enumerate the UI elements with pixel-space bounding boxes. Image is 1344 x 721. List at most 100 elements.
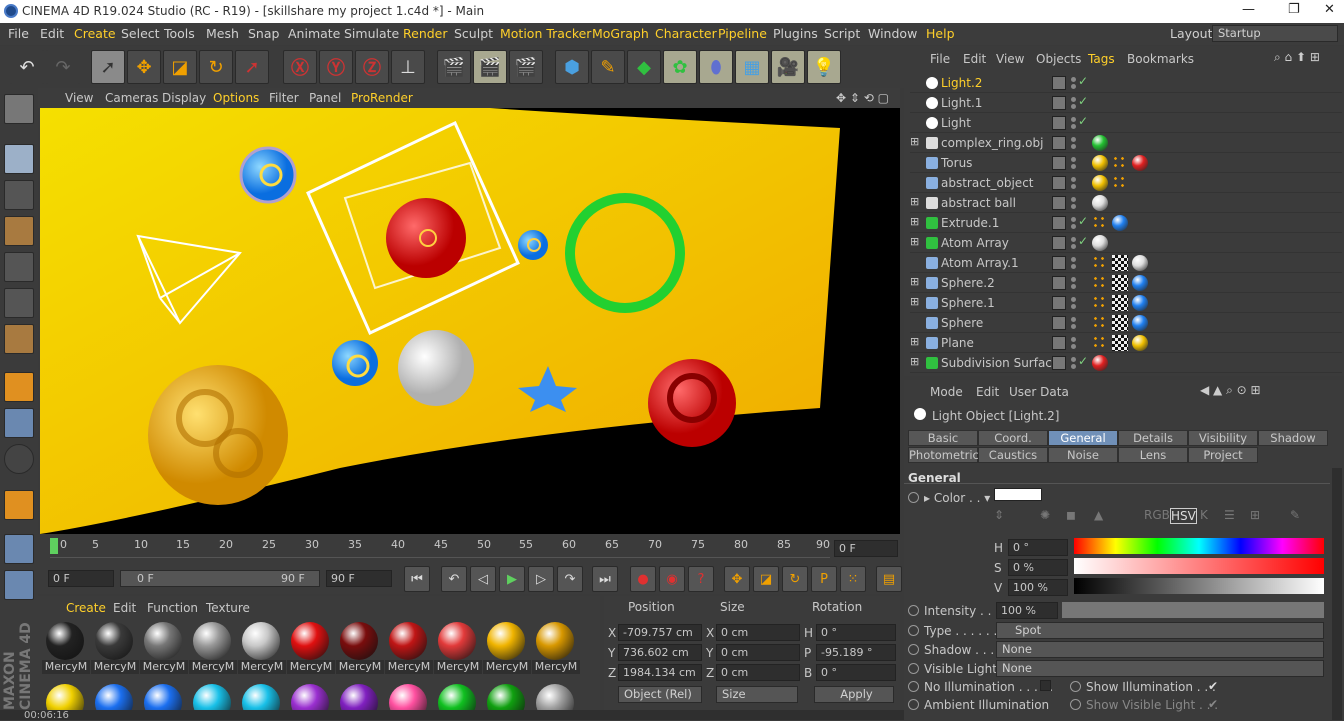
render-visibility-icon[interactable] <box>1071 284 1076 289</box>
render-visibility-icon[interactable] <box>1071 184 1076 189</box>
menu-render[interactable]: Render <box>403 26 448 41</box>
vp-menu-filter[interactable]: Filter <box>269 91 299 105</box>
goto-start-icon[interactable]: ⏮ <box>404 566 430 592</box>
vp-menu-view[interactable]: View <box>65 91 93 105</box>
editor-visibility-icon[interactable] <box>1071 77 1076 82</box>
layer-icon[interactable] <box>1052 156 1066 170</box>
material-swatch[interactable]: MercyM <box>434 620 482 674</box>
prev-frame-icon[interactable]: ◁ <box>470 566 496 592</box>
tag-material-icon[interactable] <box>1132 295 1148 311</box>
no-illumination-checkbox[interactable] <box>1040 680 1051 691</box>
render-visibility-icon[interactable] <box>1071 144 1076 149</box>
editor-visibility-icon[interactable] <box>1071 257 1076 262</box>
expand-icon[interactable]: ⊞ <box>910 295 919 308</box>
layout-dropdown[interactable]: Startup <box>1212 25 1338 42</box>
attr-scrollbar[interactable] <box>1332 468 1342 720</box>
prev-key-icon[interactable]: ↶ <box>441 566 467 592</box>
tab-details[interactable]: Details <box>1118 430 1188 446</box>
obj-search-icon[interactable]: ⌕ ⌂ ⬆ ⊞ <box>1274 50 1320 65</box>
key-scale-icon[interactable]: ◪ <box>753 566 779 592</box>
attr-menu-edit[interactable]: Edit <box>976 385 999 399</box>
pos-z-field[interactable]: 1984.134 cm <box>618 664 702 681</box>
editor-visibility-icon[interactable] <box>1071 217 1076 222</box>
object-row[interactable]: abstract_object <box>910 173 1342 193</box>
enabled-check-icon[interactable]: ✓ <box>1078 74 1088 88</box>
magnet-icon[interactable] <box>4 490 34 520</box>
y-axis-icon[interactable]: Ⓨ <box>319 50 353 84</box>
material-swatch[interactable]: MercyM <box>189 620 237 674</box>
tab-caustics[interactable]: Caustics <box>978 447 1048 463</box>
render-visibility-icon[interactable] <box>1071 344 1076 349</box>
restore-icon[interactable]: ❐ <box>1288 2 1300 17</box>
intensity-field[interactable]: 100 % <box>996 602 1058 619</box>
expand-icon[interactable]: ⊞ <box>910 215 919 228</box>
texture-mode-icon[interactable] <box>4 180 34 210</box>
tag-material-icon[interactable] <box>1132 155 1148 171</box>
tab-general[interactable]: General <box>1048 430 1118 446</box>
menu-animate[interactable]: Animate <box>288 26 340 41</box>
keyframe-selection-icon[interactable]: ? <box>688 566 714 592</box>
tag-material-icon[interactable] <box>1092 175 1108 191</box>
tag-material-icon[interactable] <box>1132 335 1148 351</box>
rot-p-field[interactable]: -95.189 ° <box>816 644 896 661</box>
type-dropdown[interactable]: Spot <box>996 622 1324 639</box>
menu-sculpt[interactable]: Sculpt <box>454 26 493 41</box>
layer-icon[interactable] <box>1052 76 1066 90</box>
render-visibility-icon[interactable] <box>1071 364 1076 369</box>
material-swatch[interactable]: MercyM <box>287 620 335 674</box>
tab-lens[interactable]: Lens <box>1118 447 1188 463</box>
current-frame-field[interactable]: 0 F <box>834 540 898 557</box>
material-swatch[interactable]: MercyM <box>238 620 286 674</box>
render-visibility-icon[interactable] <box>1071 204 1076 209</box>
next-frame-icon[interactable]: ▷ <box>528 566 554 592</box>
vp-menu-options[interactable]: Options <box>213 91 259 105</box>
object-name[interactable]: Atom Array <box>941 236 1009 250</box>
frame-range-slider[interactable]: 0 F 90 F <box>120 570 320 587</box>
obj-menu-edit[interactable]: Edit <box>963 52 986 66</box>
key-rotation-icon[interactable]: ↻ <box>782 566 808 592</box>
object-row[interactable]: Atom Array.1 <box>910 253 1342 273</box>
hsv-mode[interactable]: HSV <box>1170 508 1197 524</box>
vp-menu-display[interactable]: Display <box>162 91 206 105</box>
object-name[interactable]: Light.2 <box>941 76 982 90</box>
object-name[interactable]: complex_ring.obj <box>941 136 1043 150</box>
render-visibility-icon[interactable] <box>1071 224 1076 229</box>
shadow-dropdown[interactable]: None <box>996 641 1324 658</box>
rot-h-field[interactable]: 0 ° <box>816 624 896 641</box>
enabled-check-icon[interactable]: ✓ <box>1078 114 1088 128</box>
editor-visibility-icon[interactable] <box>1071 357 1076 362</box>
material-swatch[interactable]: MercyM <box>385 620 433 674</box>
object-row[interactable]: Sphere <box>910 313 1342 333</box>
tag-material-icon[interactable] <box>1092 235 1108 251</box>
editor-visibility-icon[interactable] <box>1071 177 1076 182</box>
size-mode-dropdown[interactable]: Size <box>716 686 798 703</box>
apply-button[interactable]: Apply <box>814 686 894 703</box>
value-slider[interactable] <box>1074 578 1324 594</box>
tag-material-icon[interactable] <box>1112 215 1128 231</box>
object-row[interactable]: ⊞ Plane <box>910 333 1342 353</box>
menu-character[interactable]: Character <box>655 26 717 41</box>
tag-material-icon[interactable] <box>1092 195 1108 211</box>
editor-visibility-icon[interactable] <box>1071 97 1076 102</box>
axis-mode-icon[interactable] <box>4 372 34 402</box>
autokey-icon[interactable]: ◉ <box>659 566 685 592</box>
object-name[interactable]: Subdivision Surface <box>941 356 1059 370</box>
menu-file[interactable]: File <box>8 26 29 41</box>
anim-dot-icon[interactable] <box>908 492 919 503</box>
move-icon[interactable]: ✥ <box>127 50 161 84</box>
pos-x-field[interactable]: -709.757 cm <box>618 624 702 641</box>
attr-nav-icon[interactable]: ◀ ▲ ⌕ ⊙ ⊞ <box>1200 383 1261 398</box>
saturation-slider[interactable] <box>1074 558 1324 574</box>
layer-icon[interactable] <box>1052 296 1066 310</box>
tag-material-icon[interactable] <box>1092 135 1108 151</box>
cloner-icon[interactable]: ✿ <box>663 50 697 84</box>
x-axis-icon[interactable]: Ⓧ <box>283 50 317 84</box>
vp-menu-cameras[interactable]: Cameras <box>105 91 158 105</box>
coord-mode-dropdown[interactable]: Object (Rel) <box>618 686 702 703</box>
tag-selection-icon[interactable] <box>1092 275 1108 291</box>
snap-icon[interactable] <box>4 444 34 474</box>
tag-material-icon[interactable] <box>1132 315 1148 331</box>
size-y-field[interactable]: 0 cm <box>716 644 800 661</box>
object-row[interactable]: ⊞ Atom Array ✓ <box>910 233 1342 253</box>
editor-visibility-icon[interactable] <box>1071 117 1076 122</box>
